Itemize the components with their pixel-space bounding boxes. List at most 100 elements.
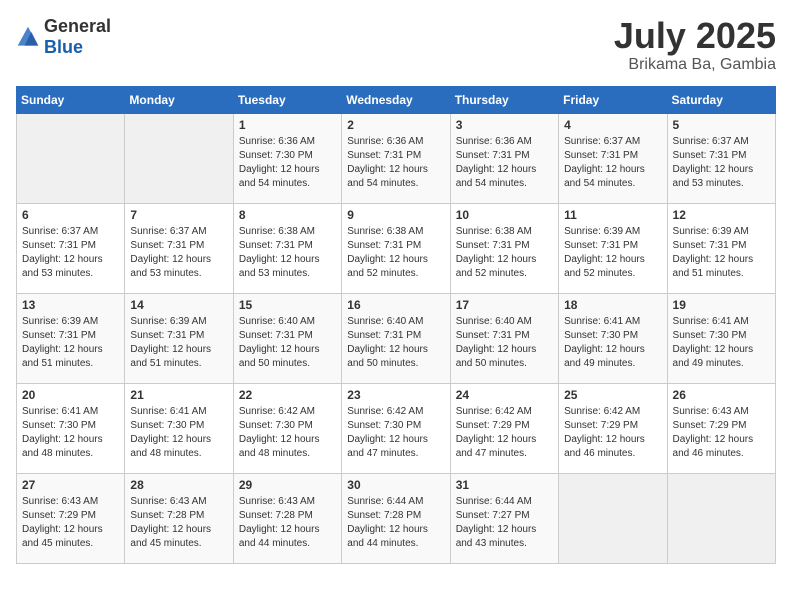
calendar-cell: 6 Sunrise: 6:37 AM Sunset: 7:31 PM Daylig… (17, 203, 125, 293)
day-number: 27 (22, 478, 119, 492)
day-info: Sunrise: 6:44 AM Sunset: 7:28 PM Dayligh… (347, 495, 444, 551)
calendar-cell: 9Sunrise: 6:38 AM Sunset: 7:31 PM Daylig… (342, 203, 450, 293)
day-info: Sunrise: 6:42 AM Sunset: 7:29 PM Dayligh… (456, 405, 553, 461)
calendar-week-row: 13 Sunrise: 6:39 AM Sunset: 7:31 PM Dayli… (17, 293, 776, 383)
logo-icon (16, 25, 40, 49)
day-info: Sunrise: 6:42 AM Sunset: 7:30 PM Dayligh… (239, 405, 336, 461)
day-number: 7 (130, 208, 227, 222)
calendar-cell: 25Sunrise: 6:42 AM Sunset: 7:29 PM Dayli… (559, 383, 667, 473)
day-number: 29 (239, 478, 336, 492)
day-number: 21 (130, 388, 227, 402)
calendar-cell: 4 Sunrise: 6:37 AM Sunset: 7:31 PM Daylig… (559, 113, 667, 203)
weekday-header: Saturday (667, 86, 775, 113)
day-number: 10 (456, 208, 553, 222)
calendar-cell: 13 Sunrise: 6:39 AM Sunset: 7:31 PM Dayli… (17, 293, 125, 383)
calendar-cell: 1 Sunrise: 6:36 AM Sunset: 7:30 PM Daylig… (233, 113, 341, 203)
weekday-header: Thursday (450, 86, 558, 113)
day-info: Sunrise: 6:39 AM Sunset: 7:31 PM Dayligh… (564, 225, 661, 281)
day-info: Sunrise: 6:43 AM Sunset: 7:28 PM Dayligh… (239, 495, 336, 551)
day-number: 14 (130, 298, 227, 312)
day-number: 11 (564, 208, 661, 222)
day-info: Sunrise: 6:36 AM Sunset: 7:30 PM Dayligh… (239, 135, 336, 191)
calendar-header-row: SundayMondayTuesdayWednesdayThursdayFrid… (17, 86, 776, 113)
day-info: Sunrise: 6:39 AM Sunset: 7:31 PM Dayligh… (130, 315, 227, 371)
day-number: 26 (673, 388, 770, 402)
calendar-cell (559, 473, 667, 563)
day-info: Sunrise: 6:40 AM Sunset: 7:31 PM Dayligh… (456, 315, 553, 371)
calendar-cell: 18Sunrise: 6:41 AM Sunset: 7:30 PM Dayli… (559, 293, 667, 383)
calendar-cell: 20Sunrise: 6:41 AM Sunset: 7:30 PM Dayli… (17, 383, 125, 473)
day-number: 4 (564, 118, 661, 132)
calendar-cell: 28Sunrise: 6:43 AM Sunset: 7:28 PM Dayli… (125, 473, 233, 563)
calendar-cell: 10 Sunrise: 6:38 AM Sunset: 7:31 PM Dayli… (450, 203, 558, 293)
title-block: July 2025 Brikama Ba, Gambia (614, 16, 776, 74)
day-info: Sunrise: 6:39 AM Sunset: 7:31 PM Dayligh… (22, 315, 119, 371)
day-info: Sunrise: 6:42 AM Sunset: 7:30 PM Dayligh… (347, 405, 444, 461)
calendar-cell: 15Sunrise: 6:40 AM Sunset: 7:31 PM Dayli… (233, 293, 341, 383)
day-number: 13 (22, 298, 119, 312)
day-number: 19 (673, 298, 770, 312)
day-info: Sunrise: 6:43 AM Sunset: 7:28 PM Dayligh… (130, 495, 227, 551)
day-number: 5 (673, 118, 770, 132)
location-title: Brikama Ba, Gambia (614, 56, 776, 74)
day-info: Sunrise: 6:41 AM Sunset: 7:30 PM Dayligh… (564, 315, 661, 371)
calendar-cell: 17 Sunrise: 6:40 AM Sunset: 7:31 PM Dayli… (450, 293, 558, 383)
calendar-cell (125, 113, 233, 203)
calendar-cell: 21 Sunrise: 6:41 AM Sunset: 7:30 PM Dayli… (125, 383, 233, 473)
day-number: 1 (239, 118, 336, 132)
day-info: Sunrise: 6:38 AM Sunset: 7:31 PM Dayligh… (239, 225, 336, 281)
calendar-cell: 5Sunrise: 6:37 AM Sunset: 7:31 PM Daylig… (667, 113, 775, 203)
day-number: 22 (239, 388, 336, 402)
day-info: Sunrise: 6:43 AM Sunset: 7:29 PM Dayligh… (22, 495, 119, 551)
day-info: Sunrise: 6:38 AM Sunset: 7:31 PM Dayligh… (456, 225, 553, 281)
calendar-cell: 30 Sunrise: 6:44 AM Sunset: 7:28 PM Dayli… (342, 473, 450, 563)
calendar-week-row: 6 Sunrise: 6:37 AM Sunset: 7:31 PM Daylig… (17, 203, 776, 293)
calendar-cell: 27 Sunrise: 6:43 AM Sunset: 7:29 PM Dayli… (17, 473, 125, 563)
day-info: Sunrise: 6:37 AM Sunset: 7:31 PM Dayligh… (22, 225, 119, 281)
calendar-cell: 31 Sunrise: 6:44 AM Sunset: 7:27 PM Dayli… (450, 473, 558, 563)
day-info: Sunrise: 6:37 AM Sunset: 7:31 PM Dayligh… (130, 225, 227, 281)
weekday-header: Wednesday (342, 86, 450, 113)
calendar-cell (17, 113, 125, 203)
day-number: 2 (347, 118, 444, 132)
calendar-cell: 16Sunrise: 6:40 AM Sunset: 7:31 PM Dayli… (342, 293, 450, 383)
day-number: 24 (456, 388, 553, 402)
calendar-week-row: 27 Sunrise: 6:43 AM Sunset: 7:29 PM Dayli… (17, 473, 776, 563)
calendar-cell: 26 Sunrise: 6:43 AM Sunset: 7:29 PM Dayli… (667, 383, 775, 473)
day-info: Sunrise: 6:41 AM Sunset: 7:30 PM Dayligh… (22, 405, 119, 461)
calendar-week-row: 1 Sunrise: 6:36 AM Sunset: 7:30 PM Daylig… (17, 113, 776, 203)
logo: General Blue (16, 16, 111, 58)
weekday-header: Sunday (17, 86, 125, 113)
weekday-header: Friday (559, 86, 667, 113)
day-info: Sunrise: 6:41 AM Sunset: 7:30 PM Dayligh… (130, 405, 227, 461)
calendar-cell: 23Sunrise: 6:42 AM Sunset: 7:30 PM Dayli… (342, 383, 450, 473)
day-number: 31 (456, 478, 553, 492)
day-info: Sunrise: 6:37 AM Sunset: 7:31 PM Dayligh… (564, 135, 661, 191)
day-info: Sunrise: 6:40 AM Sunset: 7:31 PM Dayligh… (239, 315, 336, 371)
day-info: Sunrise: 6:41 AM Sunset: 7:30 PM Dayligh… (673, 315, 770, 371)
day-number: 8 (239, 208, 336, 222)
calendar-cell: 7 Sunrise: 6:37 AM Sunset: 7:31 PM Daylig… (125, 203, 233, 293)
day-number: 12 (673, 208, 770, 222)
calendar-cell (667, 473, 775, 563)
calendar-cell: 8 Sunrise: 6:38 AM Sunset: 7:31 PM Daylig… (233, 203, 341, 293)
calendar-cell: 2 Sunrise: 6:36 AM Sunset: 7:31 PM Daylig… (342, 113, 450, 203)
day-number: 9 (347, 208, 444, 222)
calendar-cell: 3Sunrise: 6:36 AM Sunset: 7:31 PM Daylig… (450, 113, 558, 203)
day-number: 17 (456, 298, 553, 312)
day-info: Sunrise: 6:39 AM Sunset: 7:31 PM Dayligh… (673, 225, 770, 281)
calendar-cell: 11 Sunrise: 6:39 AM Sunset: 7:31 PM Dayli… (559, 203, 667, 293)
day-number: 30 (347, 478, 444, 492)
day-number: 3 (456, 118, 553, 132)
month-title: July 2025 (614, 16, 776, 56)
day-info: Sunrise: 6:36 AM Sunset: 7:31 PM Dayligh… (347, 135, 444, 191)
calendar-cell: 24 Sunrise: 6:42 AM Sunset: 7:29 PM Dayli… (450, 383, 558, 473)
logo-blue-text: Blue (44, 37, 83, 57)
day-number: 6 (22, 208, 119, 222)
calendar-table: SundayMondayTuesdayWednesdayThursdayFrid… (16, 86, 776, 564)
weekday-header: Tuesday (233, 86, 341, 113)
day-number: 25 (564, 388, 661, 402)
day-info: Sunrise: 6:44 AM Sunset: 7:27 PM Dayligh… (456, 495, 553, 551)
weekday-header: Monday (125, 86, 233, 113)
day-info: Sunrise: 6:43 AM Sunset: 7:29 PM Dayligh… (673, 405, 770, 461)
